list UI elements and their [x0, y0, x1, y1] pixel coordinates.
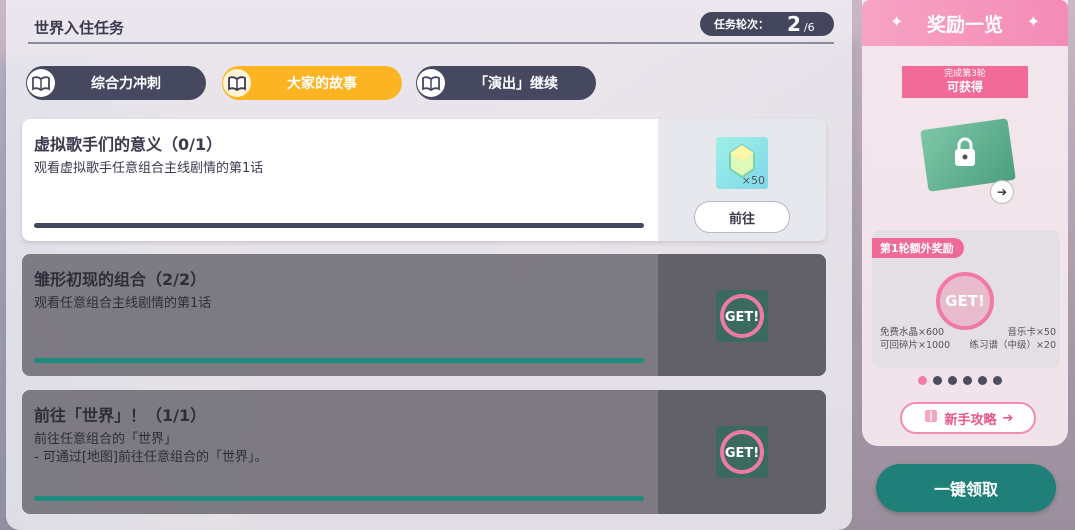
reward-panel: ✦ 奖励一览 ✦ 完成第3轮 可获得 ➔ 第1轮额外奖励 GET! 免费水晶×6… — [862, 0, 1068, 446]
reward-title: 奖励一览 — [926, 13, 1003, 36]
book-icon — [26, 68, 56, 98]
tab-overall-power[interactable]: 综合力冲刺 — [26, 66, 206, 100]
reward-count: ×50 — [741, 174, 765, 187]
bonus-get-stamp: GET! — [936, 272, 994, 330]
bonus-item-list: 免费水晶×600 音乐卡×50 可回碎片×1000 练习谱（中级）×20 — [880, 326, 1056, 352]
bonus-item: 练习谱（中级）×20 — [969, 340, 1056, 351]
task-description: 前往任意组合的「世界」 - 可通过[地图]前往任意组合的「世界」。 — [34, 431, 267, 467]
guide-label: 新手攻略 — [944, 412, 997, 428]
go-button[interactable]: 前往 — [694, 201, 790, 233]
task-card-go-to-world: 前往「世界」！（1/1） 前往任意组合的「世界」 - 可通过[地图]前往任意组合… — [22, 390, 826, 514]
task-description-line: 前往任意组合的「世界」 — [34, 432, 178, 447]
tab-everyones-story[interactable]: 大家的故事 — [222, 66, 402, 100]
task-reward-area: GET! — [658, 390, 826, 514]
task-progress-bar — [34, 358, 644, 363]
task-info: 雏形初现的组合（2/2） 观看任意组合主线剧情的第1话 — [22, 254, 658, 376]
round-counter: 任务轮次： 2 /6 — [700, 12, 834, 36]
bonus-item-row: 可回碎片×1000 练习谱（中级）×20 — [880, 339, 1056, 352]
bonus-item: 可回碎片×1000 — [880, 340, 951, 351]
task-info: 虚拟歌手们的意义（0/1） 观看虚拟歌手任意组合主线剧情的第1话 — [22, 119, 658, 241]
reward-ribbon: 完成第3轮 可获得 — [902, 66, 1028, 98]
round-total: /6 — [803, 20, 815, 34]
book-icon — [416, 68, 446, 98]
page-dot[interactable] — [918, 376, 927, 385]
sparkle-icon: ✦ — [890, 12, 904, 31]
tab-continue-show[interactable]: 「演出」继续 — [416, 66, 596, 100]
ribbon-line1: 完成第3轮 — [944, 69, 986, 79]
title-bar: 世界入住任务 任务轮次： 2 /6 — [28, 8, 834, 44]
arrow-right-icon: ➔ — [1002, 410, 1014, 426]
tab-label: 「演出」继续 — [474, 76, 558, 92]
page-dot[interactable] — [948, 376, 957, 385]
task-progress-bar — [34, 496, 644, 501]
bonus-tag: 第1轮额外奖励 — [872, 238, 964, 258]
page-indicator — [918, 376, 1002, 385]
crystal-reward-icon: ×50 — [716, 137, 768, 189]
task-reward-area: GET! — [658, 254, 826, 376]
claim-all-button[interactable]: 一键领取 — [876, 464, 1056, 512]
beginner-guide-button[interactable]: 新手攻略 ➔ — [900, 402, 1036, 434]
get-stamp-icon: GET! — [716, 290, 768, 342]
task-card-prototype-group: 雏形初现的组合（2/2） 观看任意组合主线剧情的第1话 GET! — [22, 254, 826, 376]
page-title: 世界入住任务 — [34, 19, 125, 37]
task-title: 雏形初现的组合（2/2） — [34, 270, 207, 289]
book-icon — [923, 408, 939, 428]
task-progress-bar — [34, 223, 644, 228]
task-reward-area: ×50 前往 — [658, 119, 826, 241]
task-title: 前往「世界」！（1/1） — [34, 406, 207, 425]
bonus-reward-card: 第1轮额外奖励 GET! 免费水晶×600 音乐卡×50 可回碎片×1000 练… — [872, 230, 1060, 368]
tab-label: 综合力冲刺 — [91, 76, 161, 92]
lock-icon — [952, 136, 978, 172]
task-title: 虚拟歌手们的意义（0/1） — [34, 135, 223, 154]
task-info: 前往「世界」！（1/1） 前往任意组合的「世界」 - 可通过[地图]前往任意组合… — [22, 390, 658, 514]
reward-header: ✦ 奖励一览 ✦ — [862, 0, 1068, 46]
page-dot[interactable] — [933, 376, 942, 385]
bonus-item-row: 免费水晶×600 音乐卡×50 — [880, 326, 1056, 339]
ribbon-line2: 可获得 — [946, 80, 983, 94]
task-card-virtual-singers: 虚拟歌手们的意义（0/1） 观看虚拟歌手任意组合主线剧情的第1话 ×50 前往 — [22, 119, 826, 241]
svg-text:GET!: GET! — [725, 310, 759, 325]
task-description: 观看虚拟歌手任意组合主线剧情的第1话 — [34, 161, 264, 176]
bonus-item: 免费水晶×600 — [880, 327, 945, 338]
task-description: 观看任意组合主线剧情的第1话 — [34, 296, 212, 311]
svg-text:GET!: GET! — [725, 446, 759, 461]
round-label: 任务轮次： — [714, 18, 769, 31]
page-dot[interactable] — [978, 376, 987, 385]
round-current: 2 — [787, 12, 801, 36]
get-stamp-icon: GET! — [716, 426, 768, 478]
arrow-right-icon[interactable]: ➔ — [990, 180, 1014, 204]
book-icon — [222, 68, 252, 98]
tab-label: 大家的故事 — [287, 76, 357, 92]
sparkle-icon: ✦ — [1026, 12, 1040, 31]
page-dot[interactable] — [963, 376, 972, 385]
bonus-item: 音乐卡×50 — [1007, 327, 1056, 338]
page-dot[interactable] — [993, 376, 1002, 385]
task-description-line: - 可通过[地图]前往任意组合的「世界」。 — [34, 450, 268, 465]
